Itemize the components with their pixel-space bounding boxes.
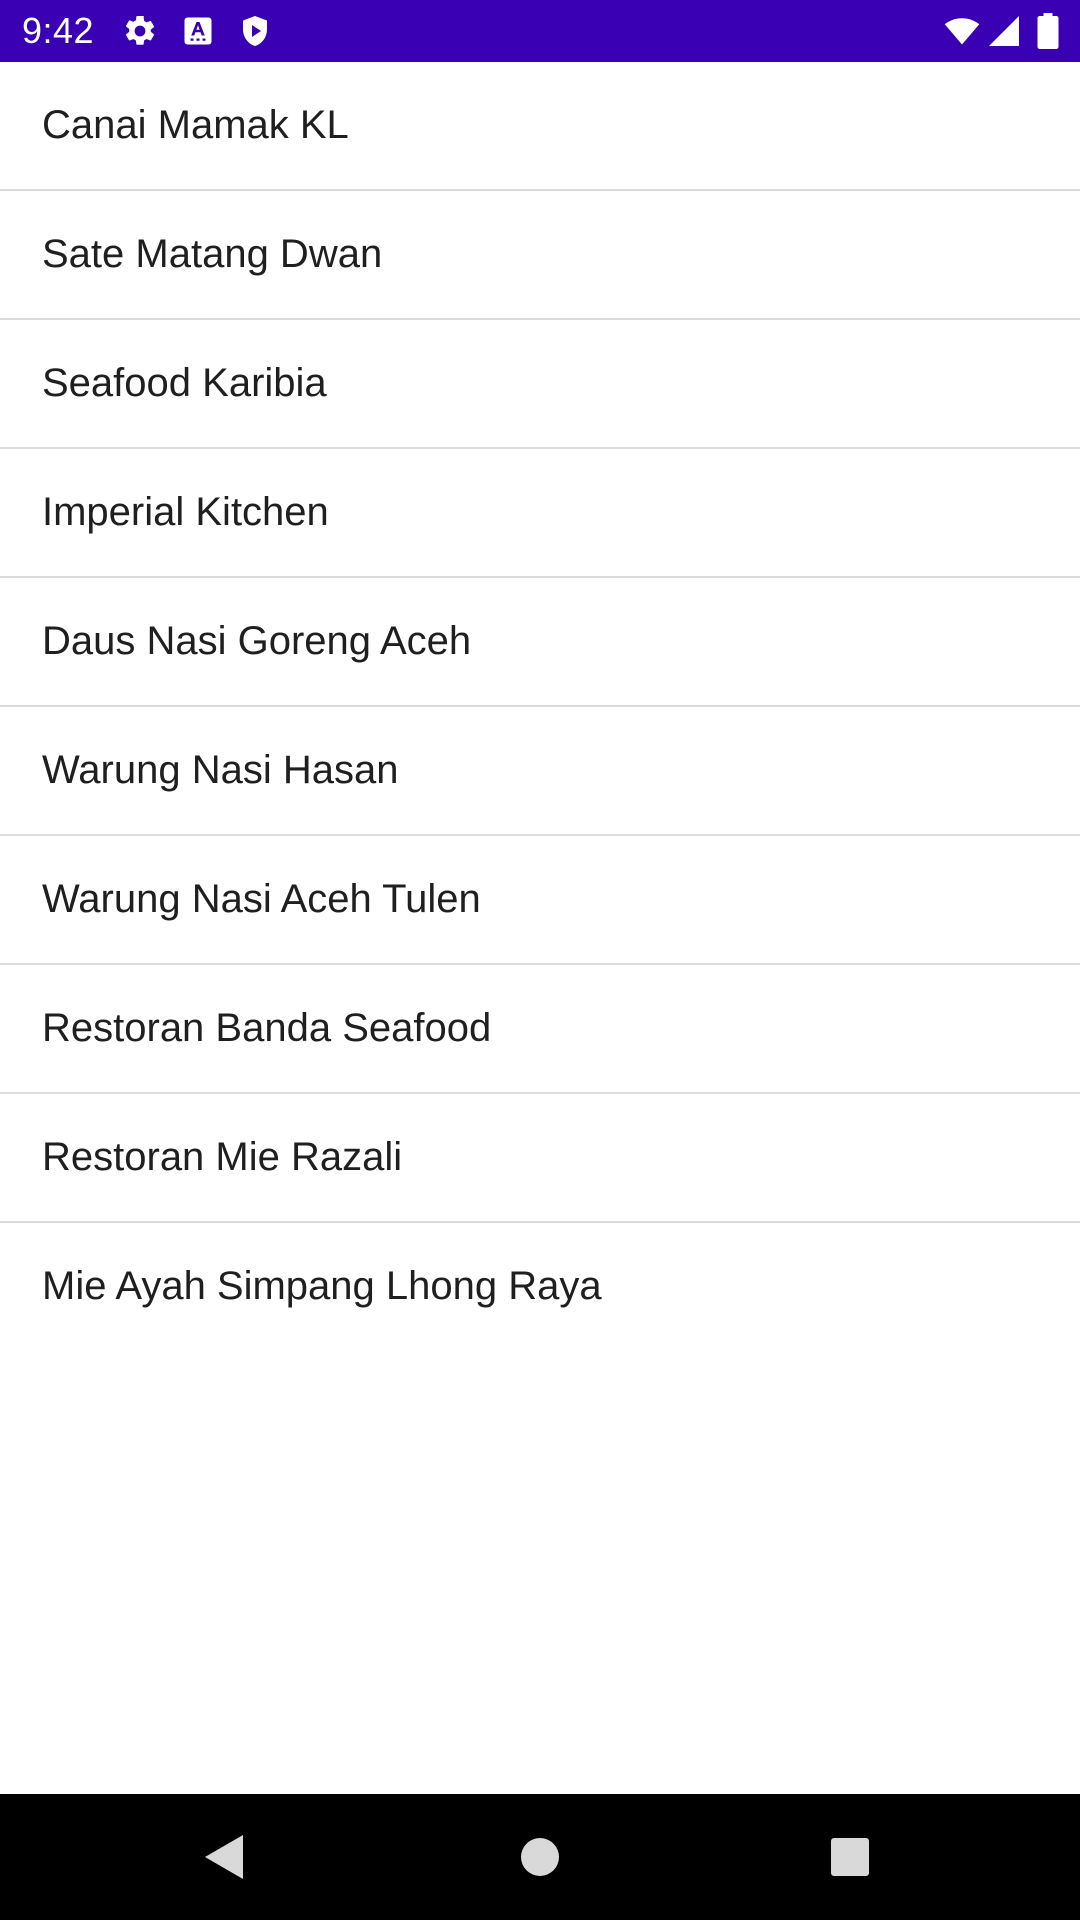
recents-icon[interactable] [820,1827,880,1887]
wifi-icon [944,18,980,45]
list-item[interactable]: Mie Ayah Simpang Lhong Raya [0,1223,1080,1352]
list-item-label: Seafood Karibia [42,361,327,405]
status-bar: 9:42 [0,0,1080,62]
screen: 9:42 Canai Mamak KL Sate Matang Dwan Sea… [0,0,1080,1920]
list-item-label: Imperial Kitchen [42,490,329,534]
list-item-label: Sate Matang Dwan [42,232,383,276]
back-icon[interactable] [195,1827,255,1887]
shield-icon [243,16,267,46]
navigation-bar [0,1794,1080,1920]
battery-icon [1037,13,1059,49]
font-a-icon [184,17,212,45]
list-item-label: Canai Mamak KL [42,103,349,147]
list-item-label: Warung Nasi Aceh Tulen [42,877,481,921]
cell-signal-icon [989,16,1019,46]
list-item-label: Restoran Mie Razali [42,1135,403,1179]
list-item-label: Restoran Banda Seafood [42,1006,492,1050]
gear-icon [125,15,155,45]
list-item-label: Mie Ayah Simpang Lhong Raya [42,1264,602,1308]
list-item[interactable]: Warung Nasi Hasan [0,707,1080,836]
home-icon[interactable] [510,1827,570,1887]
status-time: 9:42 [22,10,95,51]
list-item[interactable]: Canai Mamak KL [0,62,1080,191]
list-item[interactable]: Restoran Banda Seafood [0,965,1080,1094]
list-item[interactable]: Sate Matang Dwan [0,191,1080,320]
restaurant-list: Canai Mamak KL Sate Matang Dwan Seafood … [0,62,1080,1352]
list-item-label: Daus Nasi Goreng Aceh [42,619,472,663]
list-item[interactable]: Imperial Kitchen [0,449,1080,578]
list-item[interactable]: Restoran Mie Razali [0,1094,1080,1223]
list-item[interactable]: Warung Nasi Aceh Tulen [0,836,1080,965]
list-item-label: Warung Nasi Hasan [42,748,399,792]
list-item[interactable]: Daus Nasi Goreng Aceh [0,578,1080,707]
list-item[interactable]: Seafood Karibia [0,320,1080,449]
